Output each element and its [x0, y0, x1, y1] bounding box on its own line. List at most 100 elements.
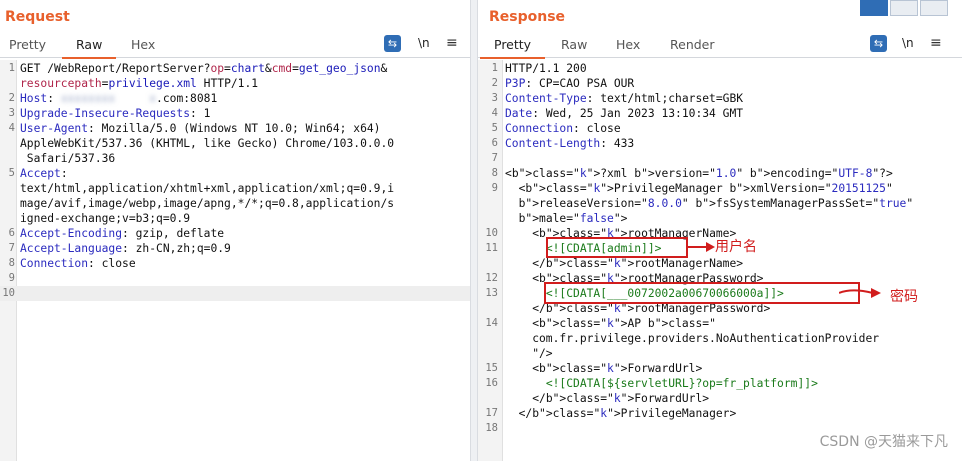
- code-text: Accept-Encoding: gzip, deflate: [20, 227, 225, 240]
- line-number: 14: [485, 317, 498, 329]
- code-text: HTTP/1.1 200: [505, 62, 587, 75]
- line-number: 17: [485, 407, 498, 419]
- line-number: 6: [491, 137, 498, 149]
- request-title: Request: [5, 9, 70, 25]
- code-text: </b">class="k">PrivilegeManager>: [505, 407, 737, 420]
- host-suffix: .com:8081: [156, 92, 218, 105]
- tab-hex[interactable]: Hex: [131, 37, 155, 52]
- response-code-line[interactable]: b">releaseVersion="8.0.0" b">fsSystemMan…: [478, 196, 962, 211]
- response-code-line[interactable]: 14 <b">class="k">AP b">class=": [478, 316, 962, 331]
- response-editor[interactable]: 1 HTTP/1.1 200 2 P3P: CP=CAO PSA OUR 3 Conten…: [478, 60, 962, 461]
- response-tabs: Pretty Raw Hex Render: [478, 33, 962, 59]
- response-code-line[interactable]: "/>: [478, 346, 962, 361]
- code-text: Safari/537.36: [20, 152, 116, 165]
- request-code-line[interactable]: Safari/537.36: [0, 151, 470, 166]
- code-text: "/>: [505, 347, 553, 360]
- wrap-toggle-icon[interactable]: ⇆: [384, 35, 401, 52]
- response-code-line[interactable]: 1 HTTP/1.1 200: [478, 61, 962, 76]
- line-number: 3: [8, 107, 15, 119]
- line-number: 10: [2, 287, 15, 299]
- response-code-line[interactable]: 5 Connection: close: [478, 121, 962, 136]
- code-text: text/html,application/xhtml+xml,applicat…: [20, 182, 395, 195]
- password-arrow-icon: [839, 288, 881, 298]
- request-code-line[interactable]: 4 User-Agent: Mozilla/5.0 (Windows NT 10.…: [0, 121, 470, 136]
- tab-raw[interactable]: Raw: [561, 37, 587, 52]
- response-code-line[interactable]: 7: [478, 151, 962, 166]
- line-number: 18: [485, 422, 498, 434]
- request-code-line[interactable]: igned-exchange;v=b3;q=0.9: [0, 211, 470, 226]
- code-text: b">releaseVersion="8.0.0" b">fsSystemMan…: [518, 197, 914, 210]
- code-text: Accept:: [20, 167, 68, 180]
- request-code-line[interactable]: 1 GET /WebReport/ReportServer?op=chart&cm…: [0, 61, 470, 76]
- tab-render[interactable]: Render: [670, 37, 715, 52]
- response-pane: Response Pretty Raw Hex Render ⇆ \n ≡ 1H…: [478, 0, 962, 461]
- code-text: <b">class="k">ForwardUrl>: [505, 362, 703, 375]
- code-text: Connection: close: [505, 122, 621, 135]
- line-number: 9: [491, 182, 498, 194]
- tab-pretty[interactable]: Pretty: [479, 37, 546, 59]
- response-code-line[interactable]: 3 Content-Type: text/html;charset=GBK: [478, 91, 962, 106]
- wrap-toggle-icon[interactable]: ⇆: [870, 35, 887, 52]
- line-number: 5: [491, 122, 498, 134]
- line-number: 2: [491, 77, 498, 89]
- menu-icon[interactable]: ≡: [930, 35, 942, 51]
- code-text: Content-Type: text/html;charset=GBK: [505, 92, 744, 105]
- request-code-line[interactable]: 6 Accept-Encoding: gzip, deflate: [0, 226, 470, 241]
- code-text: b">male="false">: [518, 212, 628, 225]
- layout-stacked-icon[interactable]: [890, 0, 918, 16]
- response-code-line[interactable]: 15 <b">class="k">ForwardUrl>: [478, 361, 962, 376]
- pane-divider[interactable]: [470, 0, 478, 461]
- response-code-line[interactable]: </b">class="k">ForwardUrl>: [478, 391, 962, 406]
- request-code-line[interactable]: 7 Accept-Language: zh-CN,zh;q=0.9: [0, 241, 470, 256]
- layout-single-icon[interactable]: [920, 0, 948, 16]
- response-code-line[interactable]: 2 P3P: CP=CAO PSA OUR: [478, 76, 962, 91]
- tab-pretty[interactable]: Pretty: [9, 37, 46, 52]
- newline-toggle-button[interactable]: \n: [902, 36, 914, 50]
- request-code-line[interactable]: AppleWebKit/537.36 (KHTML, like Gecko) C…: [0, 136, 470, 151]
- response-code-line[interactable]: 16 <![CDATA[${servletURL}?op=fr_platform…: [478, 376, 962, 391]
- response-code-line[interactable]: </b">class="k">rootManagerName>: [478, 256, 962, 271]
- newline-toggle-button[interactable]: \n: [418, 36, 430, 50]
- code-text: Date: Wed, 25 Jan 2023 13:10:34 GMT: [505, 107, 744, 120]
- line-number: 5: [8, 167, 15, 179]
- request-code-line[interactable]: 2 Host: xxxxxxxx x.com:8081: [0, 91, 470, 106]
- layout-side-by-side-icon[interactable]: [860, 0, 888, 16]
- menu-icon[interactable]: ≡: [446, 35, 458, 51]
- line-number: 12: [485, 272, 498, 284]
- response-code-line[interactable]: b">male="false">: [478, 211, 962, 226]
- request-code-line[interactable]: 8 Connection: close: [0, 256, 470, 271]
- request-code-line[interactable]: 3 Upgrade-Insecure-Requests: 1: [0, 106, 470, 121]
- response-code-line[interactable]: 9 <b">class="k">PrivilegeManager b">xmlV…: [478, 181, 962, 196]
- line-number: 8: [491, 167, 498, 179]
- request-code-line[interactable]: 9: [0, 271, 470, 286]
- request-code-line[interactable]: mage/avif,image/webp,image/apng,*/*;q=0.…: [0, 196, 470, 211]
- request-pane: Request Pretty Raw Hex ⇆ \n ≡ 1 GET /WebR…: [0, 0, 470, 461]
- tab-hex[interactable]: Hex: [616, 37, 640, 52]
- request-code-line[interactable]: text/html,application/xhtml+xml,applicat…: [0, 181, 470, 196]
- code-text: resourcepath=privilege.xml HTTP/1.1: [20, 77, 259, 90]
- line-number: 1: [8, 62, 15, 74]
- response-code-line[interactable]: com.fr.privilege.providers.NoAuthenticat…: [478, 331, 962, 346]
- line-number: 7: [491, 152, 498, 164]
- layout-toggle-group: [858, 0, 948, 17]
- line-number: 8: [8, 257, 15, 269]
- request-code-line[interactable]: 10: [0, 286, 470, 301]
- code-text: GET /WebReport/ReportServer?op=chart&cmd…: [20, 62, 388, 75]
- request-editor[interactable]: 1 GET /WebReport/ReportServer?op=chart&cm…: [0, 60, 470, 461]
- response-code-line[interactable]: 4 Date: Wed, 25 Jan 2023 13:10:34 GMT: [478, 106, 962, 121]
- response-code-line[interactable]: 6 Content-Length: 433: [478, 136, 962, 151]
- code-text: <b">class="k">AP b">class=": [505, 317, 716, 330]
- line-number: 1: [491, 62, 498, 74]
- code-text: Accept-Language: zh-CN,zh;q=0.9: [20, 242, 231, 255]
- code-text: com.fr.privilege.providers.NoAuthenticat…: [505, 332, 880, 345]
- response-code-line[interactable]: 8 <b">class="k">?xml b">version="1.0" b">…: [478, 166, 962, 181]
- username-arrow-icon: [688, 242, 715, 252]
- blurred-host: xxxxxxxx x: [60, 92, 157, 105]
- request-code-line[interactable]: resourcepath=privilege.xml HTTP/1.1: [0, 76, 470, 91]
- code-text: <![CDATA[${servletURL}?op=fr_platform]]>: [545, 377, 818, 390]
- line-number: 4: [8, 122, 15, 134]
- request-code-line[interactable]: 5 Accept:: [0, 166, 470, 181]
- tab-raw[interactable]: Raw: [61, 37, 117, 59]
- code-text: Connection: close: [20, 257, 136, 270]
- response-code-line[interactable]: 17 </b">class="k">PrivilegeManager>: [478, 406, 962, 421]
